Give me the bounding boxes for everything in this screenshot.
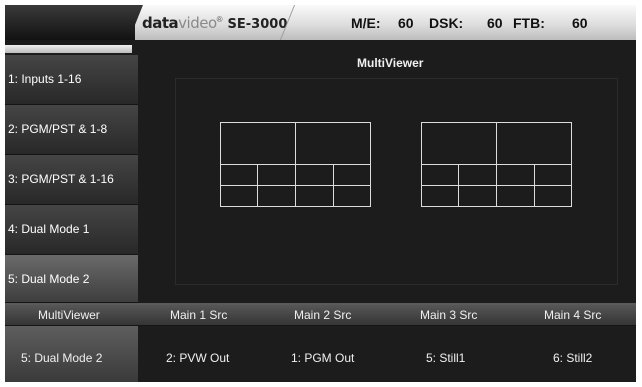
main-4-src-value[interactable]: 6: Still2 (553, 351, 592, 365)
logo-data-text: data (142, 14, 179, 32)
header-bar: data video ® SE-3000 M/E: 60 DSK: 60 FTB… (5, 5, 636, 40)
dsk-value: 60 (487, 15, 503, 31)
me-value: 60 (398, 15, 414, 31)
header-main-3-src: Main 3 Src (420, 308, 478, 322)
menu-top-tab[interactable] (5, 45, 132, 53)
layout-grid-right (421, 122, 572, 207)
multiviewer-window: data video ® SE-3000 M/E: 60 DSK: 60 FTB… (5, 5, 636, 382)
mode-button-dual-mode-1[interactable]: 4: Dual Mode 1 (5, 205, 138, 255)
main-1-src-value[interactable]: 2: PVW Out (166, 351, 229, 365)
ftb-label: FTB: (513, 15, 545, 31)
logo-video-text: video (178, 14, 217, 32)
multiviewer-mode-value[interactable]: 5: Dual Mode 2 (21, 351, 102, 365)
mode-button-label: 5: Dual Mode 2 (8, 272, 90, 286)
mode-button-pgm-pst-1-16[interactable]: 3: PGM/PST & 1-16 (5, 155, 138, 205)
mode-button-pgm-pst-1-8[interactable]: 2: PGM/PST & 1-8 (5, 105, 138, 155)
datavideo-logo: data video ® SE-3000 (142, 14, 287, 34)
main-3-src-value[interactable]: 5: Still1 (426, 351, 465, 365)
header-main-4-src: Main 4 Src (544, 308, 602, 322)
layout-grid-left (220, 122, 371, 207)
dsk-label: DSK: (429, 15, 464, 31)
logo-registered-mark: ® (216, 15, 223, 24)
main-2-src-value[interactable]: 1: PGM Out (291, 351, 354, 365)
multiviewer-title: MultiViewer (357, 56, 424, 70)
mode-button-label: 2: PGM/PST & 1-8 (8, 122, 108, 136)
me-label: M/E: (351, 15, 381, 31)
model-name: SE-3000 (227, 17, 288, 32)
ftb-value: 60 (572, 15, 588, 31)
header-main-2-src: Main 2 Src (294, 308, 352, 322)
mode-button-dual-mode-2[interactable]: 5: Dual Mode 2 (5, 255, 138, 303)
mode-button-inputs-1-16[interactable]: 1: Inputs 1-16 (5, 55, 138, 105)
header-multiviewer: MultiViewer (38, 308, 100, 322)
header-main-1-src: Main 1 Src (170, 308, 228, 322)
mode-button-label: 1: Inputs 1-16 (8, 72, 82, 86)
mode-button-label: 4: Dual Mode 1 (8, 222, 90, 236)
mode-button-label: 3: PGM/PST & 1-16 (8, 172, 114, 186)
